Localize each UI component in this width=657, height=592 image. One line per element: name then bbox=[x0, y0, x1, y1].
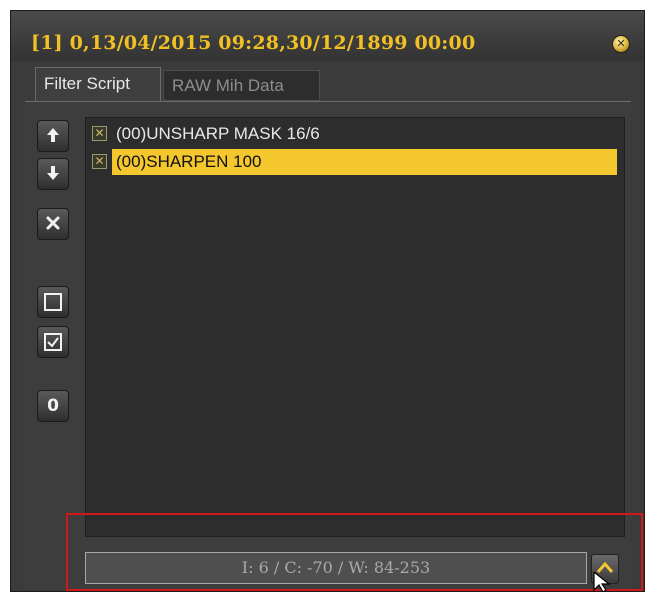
uncheck-all-icon bbox=[44, 293, 62, 311]
title-bar: [1] 0,13/04/2015 09:28,30/12/1899 00:00 … bbox=[11, 11, 644, 61]
check-all-button[interactable] bbox=[37, 326, 69, 358]
delete-button[interactable] bbox=[37, 208, 69, 240]
arrow-down-icon bbox=[47, 166, 59, 180]
move-down-button[interactable] bbox=[37, 158, 69, 190]
item-label: (00)SHARPEN 100 bbox=[112, 149, 617, 175]
list-item-selected[interactable]: ✕ (00)SHARPEN 100 bbox=[92, 149, 617, 175]
item-checkbox[interactable]: ✕ bbox=[92, 126, 107, 141]
reset-button[interactable]: 0 bbox=[37, 390, 69, 422]
reset-zero-icon: 0 bbox=[47, 396, 59, 416]
tab-filter-script[interactable]: Filter Script bbox=[35, 67, 161, 101]
filter-panel: [1] 0,13/04/2015 09:28,30/12/1899 00:00 … bbox=[10, 10, 645, 592]
window-title: [1] 0,13/04/2015 09:28,30/12/1899 00:00 bbox=[31, 32, 476, 54]
delete-icon bbox=[46, 216, 60, 230]
move-up-button[interactable] bbox=[37, 120, 69, 152]
list-item[interactable]: ✕ (00)UNSHARP MASK 16/6 bbox=[92, 121, 617, 147]
uncheck-all-button[interactable] bbox=[37, 286, 69, 318]
check-all-icon bbox=[44, 333, 62, 351]
close-icon[interactable]: ✕ bbox=[612, 35, 630, 53]
mouse-cursor-icon bbox=[593, 572, 611, 592]
item-checkbox[interactable]: ✕ bbox=[92, 154, 107, 169]
annotation-highlight-box bbox=[66, 513, 643, 591]
tab-raw-mih-data[interactable]: RAW Mih Data bbox=[163, 70, 320, 101]
filter-list[interactable]: ✕ (00)UNSHARP MASK 16/6 ✕ (00)SHARPEN 10… bbox=[85, 117, 625, 537]
arrow-up-icon bbox=[47, 128, 59, 142]
item-label: (00)UNSHARP MASK 16/6 bbox=[116, 124, 320, 143]
